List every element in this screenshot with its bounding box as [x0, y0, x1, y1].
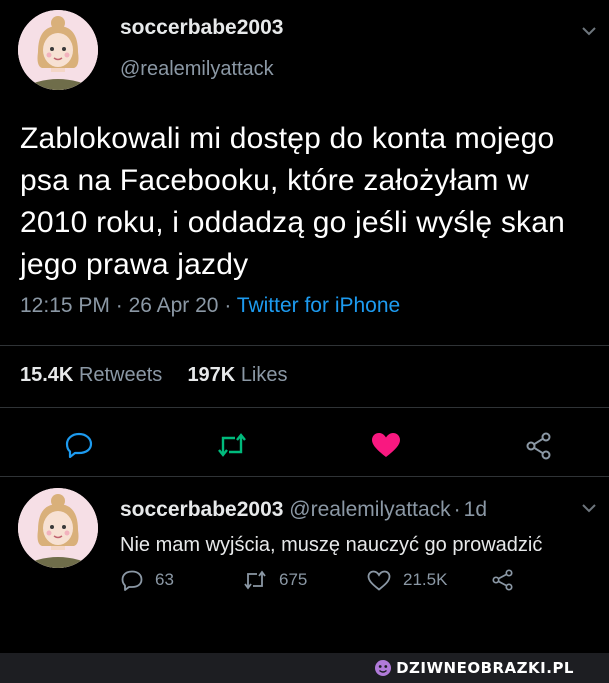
reply-header: soccerbabe2003 @realemilyattack · 1d — [120, 498, 487, 522]
divider — [0, 345, 609, 346]
meta-separator: · — [224, 294, 232, 317]
reply-reply-button[interactable]: 63 — [121, 568, 174, 592]
tweet-text: Zablokowali mi dostęp do konta mojego ps… — [20, 122, 565, 281]
user-handle[interactable]: @realemilyattack — [120, 58, 274, 81]
retweet-icon — [244, 570, 266, 590]
tweet-options-chevron-icon[interactable] — [581, 26, 597, 36]
reply-handle[interactable]: @realemilyattack — [289, 498, 450, 521]
like-button[interactable] — [371, 432, 401, 458]
reply-retweet-button[interactable]: 675 — [243, 568, 307, 592]
avatar-illustration — [18, 488, 98, 568]
share-icon — [526, 432, 551, 460]
reply-likes-count: 21.5K — [403, 570, 448, 589]
tweet-date[interactable]: 26 Apr 20 — [129, 294, 219, 317]
reply-replies-count: 63 — [155, 570, 174, 589]
reply-button[interactable] — [65, 432, 93, 458]
share-button[interactable] — [525, 432, 553, 460]
likes-stat[interactable]: 197K Likes — [187, 364, 287, 386]
reply-avatar[interactable] — [18, 488, 98, 568]
watermark-text: DZIWNEOBRAZKI.PL — [396, 659, 574, 677]
tweet-meta: 12:15 PM · 26 Apr 20 · Twitter for iPhon… — [20, 294, 400, 318]
retweets-label: Retweets — [78, 364, 163, 386]
reply-like-button[interactable]: 21.5K — [367, 568, 447, 592]
heart-icon — [372, 433, 400, 457]
tweet-time[interactable]: 12:15 PM — [20, 294, 110, 317]
meta-separator: · — [453, 498, 461, 521]
watermark-face-icon — [375, 660, 392, 676]
avatar-illustration — [18, 10, 98, 90]
divider — [0, 407, 609, 408]
heart-icon — [367, 570, 391, 591]
divider — [0, 476, 609, 477]
retweets-count: 15.4K — [20, 364, 74, 386]
likes-label: Likes — [240, 364, 288, 386]
retweet-icon — [218, 433, 246, 457]
reply-retweets-count: 675 — [279, 570, 308, 589]
reply-icon — [65, 432, 93, 458]
retweet-button[interactable] — [217, 432, 247, 458]
reply-text: Nie mam wyjścia, muszę nauczyć go prowad… — [120, 534, 543, 556]
retweets-stat[interactable]: 15.4K Retweets — [20, 364, 162, 386]
reply-age[interactable]: 1d — [464, 498, 487, 521]
tweet-source-link[interactable]: Twitter for iPhone — [237, 294, 400, 317]
engagement-stats: 15.4K Retweets 197K Likes — [20, 364, 288, 387]
share-icon — [492, 569, 513, 591]
avatar[interactable] — [18, 10, 98, 90]
watermark-bar: DZIWNEOBRAZKI.PL — [0, 653, 609, 683]
reply-share-button[interactable] — [491, 568, 527, 592]
reply-options-chevron-icon[interactable] — [581, 503, 597, 513]
likes-count: 197K — [187, 364, 236, 386]
watermark-logo: DZIWNEOBRAZKI.PL — [374, 657, 574, 679]
meta-separator: · — [115, 294, 123, 317]
reply-display-name[interactable]: soccerbabe2003 — [120, 498, 283, 521]
reply-icon — [121, 570, 143, 591]
display-name[interactable]: soccerbabe2003 — [120, 16, 283, 40]
